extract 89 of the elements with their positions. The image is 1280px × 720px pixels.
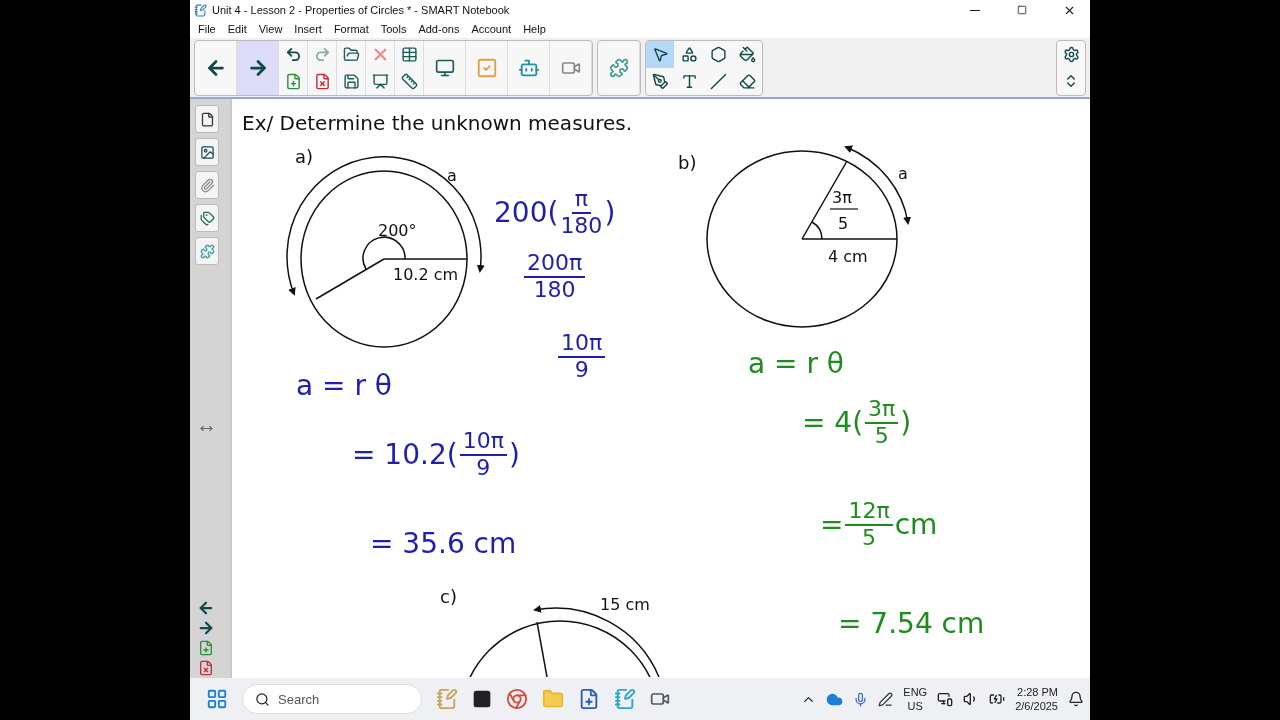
paint-bucket-icon <box>738 45 756 63</box>
handwritten-math: = 4( <box>802 406 864 440</box>
handwritten-math: a = r θ <box>748 347 844 381</box>
table-icon[interactable] <box>400 45 418 63</box>
handwritten-math: = 7.54 cm <box>838 607 985 641</box>
add-page-icon[interactable] <box>284 72 302 90</box>
maximize-icon <box>1017 5 1027 15</box>
fraction-denominator: 9 <box>476 455 491 480</box>
forward-button[interactable] <box>237 40 279 95</box>
fraction-denominator: 180 <box>560 213 603 238</box>
fraction-numerator: π <box>571 187 591 214</box>
microphone-icon[interactable] <box>853 691 869 707</box>
screen-shade-icon[interactable] <box>371 72 389 90</box>
attachments-icon[interactable] <box>199 177 215 193</box>
page-sorter-icon[interactable] <box>199 111 215 127</box>
menu-item[interactable]: Help <box>517 22 552 35</box>
menu-item[interactable]: Account <box>465 22 518 35</box>
window-title: Unit 4 - Lesson 2 - Properties of Circles * - SMART Notebook <box>212 4 511 16</box>
handwritten-math: ) <box>900 406 912 440</box>
menu-item[interactable]: Edit <box>221 22 253 35</box>
clock[interactable]: 2:28 PM 2/6/2025 <box>1015 684 1058 714</box>
radius-line <box>536 621 548 678</box>
handwritten-math: = <box>820 508 844 542</box>
arc-label: a <box>447 166 457 186</box>
arc-label: 15 cm <box>600 595 650 615</box>
menu-item[interactable]: Format <box>327 22 375 35</box>
pens-icon <box>651 72 669 90</box>
fraction-numerator: 12π <box>845 499 893 526</box>
page-heading: Ex/ Determine the unknown measures. <box>242 111 633 136</box>
menu-item[interactable]: File <box>192 22 222 35</box>
handwritten-math: ) <box>604 196 616 230</box>
fraction-numerator: 3π <box>865 397 899 424</box>
properties-icon[interactable] <box>199 210 215 226</box>
handwritten-math: cm <box>894 508 938 542</box>
angle-mark <box>811 221 823 241</box>
fraction-denominator: 180 <box>533 277 576 302</box>
hexagon-icon <box>709 45 727 63</box>
line-icon <box>709 72 727 90</box>
open-folder-icon[interactable] <box>342 45 360 63</box>
menu-item[interactable]: View <box>252 22 289 35</box>
handwritten-math: ) <box>508 438 520 472</box>
fraction-denominator: 5 <box>862 525 877 550</box>
delete-page-icon[interactable] <box>198 660 214 677</box>
handwritten-math: a = r θ <box>296 369 392 403</box>
handwritten-math: = 10.2( <box>352 438 458 472</box>
fraction-denominator: 9 <box>574 357 589 382</box>
angle-label: 200° <box>378 221 417 241</box>
eraser-icon <box>738 72 756 90</box>
handwritten-math: 200( <box>494 196 559 230</box>
search-field[interactable]: Search <box>242 684 422 715</box>
handwritten-math: = 35.6 cm <box>370 527 517 561</box>
settings-icon[interactable] <box>1062 45 1080 63</box>
diagram-label: c) <box>440 586 457 608</box>
menu-item[interactable]: Insert <box>288 22 328 35</box>
pen-icon[interactable] <box>878 691 894 707</box>
arc-label: a <box>898 164 908 184</box>
menu-item[interactable]: Tools <box>374 22 413 35</box>
chrome-icon[interactable] <box>506 688 528 711</box>
notification-bell-icon[interactable] <box>1068 691 1084 708</box>
fraction-numerator: 10π <box>459 429 507 456</box>
measurement-tools-icon[interactable] <box>400 72 418 90</box>
length-label: 10.2 cm <box>393 265 459 285</box>
addons-puzzle-icon[interactable] <box>199 243 215 259</box>
search-icon <box>255 691 270 707</box>
diagram-label: b) <box>678 152 697 174</box>
angle-numerator: 3π <box>832 188 852 208</box>
menu-item[interactable]: Add-ons <box>412 22 466 35</box>
select-pointer-icon <box>651 45 669 63</box>
fraction-denominator: 5 <box>874 423 889 448</box>
network-icon[interactable] <box>937 691 954 708</box>
save-icon[interactable] <box>342 72 360 90</box>
language-indicator[interactable]: ENG US <box>903 684 928 714</box>
angle-denominator: 5 <box>838 214 849 234</box>
undo-icon[interactable] <box>284 45 302 63</box>
fraction-numerator: 10π <box>558 331 606 358</box>
text-icon <box>680 72 698 90</box>
start-icon[interactable] <box>206 688 228 711</box>
tool-button[interactable] <box>646 40 674 68</box>
notebook-app-icon[interactable] <box>194 3 207 17</box>
checklist-icon[interactable] <box>475 56 498 79</box>
fraction-numerator: 200π <box>524 251 586 278</box>
minimize-icon <box>970 9 980 11</box>
display-icon[interactable] <box>434 57 455 78</box>
puzzle-icon[interactable] <box>608 57 629 78</box>
length-label: 4 cm <box>828 247 868 267</box>
gallery-icon[interactable] <box>199 144 215 160</box>
shapes-icon <box>680 45 698 63</box>
delete-page-icon[interactable] <box>313 72 331 90</box>
diagram-label: a) <box>295 146 314 168</box>
